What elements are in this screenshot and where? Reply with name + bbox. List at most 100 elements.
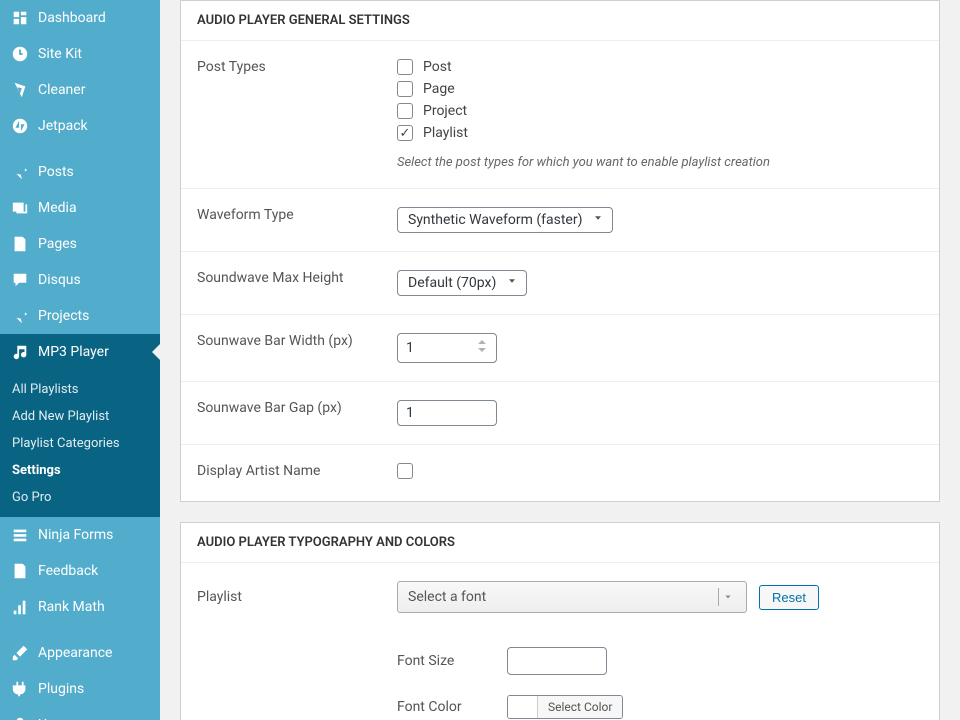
sidebar-item-users[interactable]: Users: [0, 707, 160, 720]
panel-typography-colors: AUDIO PLAYER TYPOGRAPHY AND COLORS Playl…: [180, 522, 940, 720]
sidebar-item-label: Pages: [38, 236, 77, 252]
panel-title: AUDIO PLAYER GENERAL SETTINGS: [181, 1, 939, 41]
sidebar-item-label: MP3 Player: [38, 344, 109, 360]
checkbox-post[interactable]: [397, 59, 413, 75]
checkbox-label: Project: [423, 103, 467, 119]
media-icon: [10, 198, 30, 218]
checkbox-project[interactable]: [397, 103, 413, 119]
panel-title: AUDIO PLAYER TYPOGRAPHY AND COLORS: [181, 523, 939, 563]
row-bar-width: Sounwave Bar Width (px) 1: [181, 315, 939, 382]
select-playlist-font[interactable]: Select a font: [397, 581, 747, 613]
color-swatch: [508, 696, 538, 718]
row-playlist-font: Playlist Select a font Reset Font Size: [181, 563, 939, 720]
number-spinner-icon[interactable]: [476, 338, 488, 358]
main-content: AUDIO PLAYER GENERAL SETTINGS Post Types…: [160, 0, 960, 720]
sidebar-item-plugins[interactable]: Plugins: [0, 671, 160, 707]
label-playlist: Playlist: [197, 589, 397, 605]
input-value: 1: [406, 340, 414, 356]
sidebar-item-label: Media: [38, 200, 77, 216]
sidebar-item-projects[interactable]: Projects: [0, 298, 160, 334]
checkbox-label: Post: [423, 59, 452, 75]
checkbox-playlist[interactable]: [397, 125, 413, 141]
select-waveform-type[interactable]: Synthetic Waveform (faster): [397, 207, 613, 233]
checkbox-label: Page: [423, 81, 455, 97]
submenu-item-all-playlists[interactable]: All Playlists: [0, 376, 160, 403]
panel-general-settings: AUDIO PLAYER GENERAL SETTINGS Post Types…: [180, 0, 940, 502]
row-bar-gap: Sounwave Bar Gap (px) 1: [181, 382, 939, 445]
input-font-size[interactable]: [507, 647, 607, 675]
submenu-item-go-pro[interactable]: Go Pro: [0, 484, 160, 511]
pin-icon: [10, 162, 30, 182]
submenu-item-add-new-playlist[interactable]: Add New Playlist: [0, 403, 160, 430]
select-color-button[interactable]: Select Color: [538, 696, 622, 718]
reset-button[interactable]: Reset: [759, 585, 819, 610]
sidebar-item-label: Projects: [38, 308, 89, 324]
chevron-down-icon: [506, 275, 518, 291]
pin-icon: [10, 306, 30, 326]
sidebar-item-media[interactable]: Media: [0, 190, 160, 226]
select-soundwave-max-height[interactable]: Default (70px): [397, 270, 527, 296]
sidebar-item-label: Site Kit: [38, 46, 82, 62]
label-post-types: Post Types: [197, 59, 397, 170]
row-post-types: Post Types Post Page Project Playlist Se…: [181, 41, 939, 189]
chevron-down-icon: [592, 212, 604, 228]
sidebar-item-label: Cleaner: [38, 82, 85, 98]
sidebar-item-label: Jetpack: [38, 118, 88, 134]
plugin-icon: [10, 679, 30, 699]
row-soundwave-max-height: Soundwave Max Height Default (70px): [181, 252, 939, 315]
label-bar-width: Sounwave Bar Width (px): [197, 333, 397, 363]
label-font-size: Font Size: [397, 653, 507, 669]
label-font-color: Font Color: [397, 699, 507, 715]
post-types-description: Select the post types for which you want…: [397, 155, 923, 170]
sidebar-item-appearance[interactable]: Appearance: [0, 635, 160, 671]
sidebar-item-label: Plugins: [38, 681, 84, 697]
forms-icon: [10, 525, 30, 545]
row-waveform-type: Waveform Type Synthetic Waveform (faster…: [181, 189, 939, 252]
input-bar-width[interactable]: 1: [397, 333, 497, 363]
select-value: Synthetic Waveform (faster): [408, 212, 582, 228]
sidebar-item-mp3player[interactable]: MP3 Player: [0, 334, 160, 370]
sidebar-item-dashboard[interactable]: Dashboard: [0, 0, 160, 36]
sidebar-item-posts[interactable]: Posts: [0, 154, 160, 190]
sidebar-item-label: Dashboard: [38, 10, 106, 26]
comment-icon: [10, 270, 30, 290]
row-display-artist: Display Artist Name: [181, 445, 939, 501]
cleaner-icon: [10, 80, 30, 100]
color-picker[interactable]: Select Color: [507, 695, 623, 719]
pages-icon: [10, 234, 30, 254]
input-bar-gap[interactable]: 1: [397, 400, 497, 426]
submenu-item-playlist-categories[interactable]: Playlist Categories: [0, 430, 160, 457]
sidebar-item-feedback[interactable]: Feedback: [0, 553, 160, 589]
sitekit-icon: [10, 44, 30, 64]
chevron-down-icon: [718, 588, 736, 606]
sidebar-item-label: Ninja Forms: [38, 527, 113, 543]
sidebar-item-sitekit[interactable]: Site Kit: [0, 36, 160, 72]
sidebar-item-label: Disqus: [38, 272, 81, 288]
sidebar-item-disqus[interactable]: Disqus: [0, 262, 160, 298]
sidebar-item-label: Posts: [38, 164, 74, 180]
select-placeholder: Select a font: [408, 589, 486, 605]
submenu: All Playlists Add New Playlist Playlist …: [0, 370, 160, 517]
sidebar-item-pages[interactable]: Pages: [0, 226, 160, 262]
music-icon: [10, 342, 30, 362]
admin-sidebar: Dashboard Site Kit Cleaner Jetpack Posts…: [0, 0, 160, 720]
sidebar-item-cleaner[interactable]: Cleaner: [0, 72, 160, 108]
checkbox-display-artist[interactable]: [397, 463, 413, 479]
label-waveform-type: Waveform Type: [197, 207, 397, 233]
sidebar-item-ninjaforms[interactable]: Ninja Forms: [0, 517, 160, 553]
dashboard-icon: [10, 8, 30, 28]
submenu-item-settings[interactable]: Settings: [0, 457, 160, 484]
rankmath-icon: [10, 597, 30, 617]
label-display-artist: Display Artist Name: [197, 463, 397, 483]
checkbox-label: Playlist: [423, 125, 468, 141]
sidebar-item-jetpack[interactable]: Jetpack: [0, 108, 160, 144]
select-value: Default (70px): [408, 275, 496, 291]
sidebar-item-rankmath[interactable]: Rank Math: [0, 589, 160, 625]
label-bar-gap: Sounwave Bar Gap (px): [197, 400, 397, 426]
sidebar-item-label: Rank Math: [38, 599, 105, 615]
jetpack-icon: [10, 116, 30, 136]
checkbox-page[interactable]: [397, 81, 413, 97]
sidebar-item-label: Feedback: [38, 563, 98, 579]
user-icon: [10, 715, 30, 720]
pages-icon: [10, 561, 30, 581]
